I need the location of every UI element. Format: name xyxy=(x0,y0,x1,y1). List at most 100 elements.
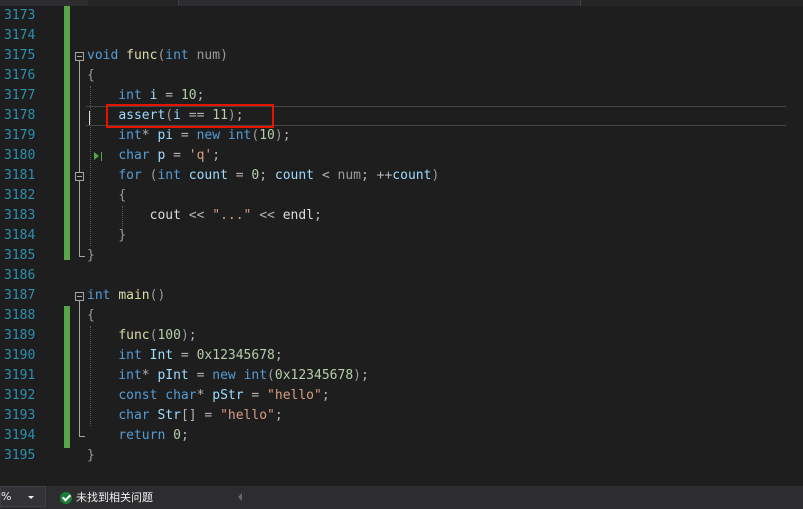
code-token: ; xyxy=(321,388,330,403)
line-number: 3189 xyxy=(4,328,36,343)
code-token: endl xyxy=(282,208,315,223)
code-token: { xyxy=(118,188,127,203)
check-circle-icon xyxy=(60,492,72,504)
code-line[interactable]: const char* pStr = "hello"; xyxy=(87,386,330,406)
code-line[interactable]: { xyxy=(87,186,126,206)
code-token: ; xyxy=(274,348,283,363)
code-token: ( xyxy=(267,368,275,383)
code-token: = xyxy=(227,168,252,183)
set-next-statement-bar-icon xyxy=(101,152,102,161)
code-token: count xyxy=(392,168,432,183)
code-token: "..." xyxy=(212,208,252,223)
code-editor[interactable]: 3173 3174 3175 3176 3177 3178 3179 3180 3181 3182… xyxy=(0,0,803,486)
code-token: * xyxy=(196,388,213,403)
code-token: int xyxy=(118,348,142,363)
code-token: ; xyxy=(196,88,205,103)
change-bar xyxy=(64,6,70,260)
code-token: "hello" xyxy=(267,388,322,403)
code-line[interactable]: } xyxy=(87,226,126,246)
code-line[interactable]: { xyxy=(87,306,95,326)
code-token: pi xyxy=(157,128,174,143)
code-token: } xyxy=(118,228,127,243)
code-line[interactable]: int* pInt = new int(0x12345678); xyxy=(87,366,369,386)
code-line[interactable]: for (int count = 0; count < num; ++count… xyxy=(87,166,439,186)
vertical-scrollbar[interactable] xyxy=(786,6,803,486)
line-number: 3191 xyxy=(4,368,36,383)
code-line[interactable]: return 0; xyxy=(87,426,188,446)
code-token: count xyxy=(188,168,228,183)
zoom-value: % xyxy=(1,490,12,503)
line-number: 3187 xyxy=(4,288,36,303)
code-token: < xyxy=(314,168,338,183)
code-line[interactable]: } xyxy=(87,446,95,466)
line-number: 3194 xyxy=(4,428,36,443)
change-bar xyxy=(64,306,70,448)
outline-line xyxy=(79,301,80,436)
zoom-dropdown[interactable]: % xyxy=(0,486,46,507)
code-token: ; xyxy=(282,128,291,143)
line-number: 3179 xyxy=(4,128,36,143)
code-line[interactable]: void func(int num) xyxy=(87,46,228,66)
code-token: << xyxy=(251,208,283,223)
code-token: count xyxy=(274,168,315,183)
code-token: 0x12345678 xyxy=(274,368,354,383)
line-number-gutter: 3173 3174 3175 3176 3177 3178 3179 3180 3181 3182… xyxy=(0,6,62,486)
line-number: 3173 xyxy=(4,8,36,23)
scroll-left-icon[interactable] xyxy=(238,493,242,501)
code-token: ; xyxy=(274,408,283,423)
code-line[interactable]: cout << "..." << endl; xyxy=(87,206,322,226)
tab-bar-left[interactable] xyxy=(88,0,179,6)
code-token: * xyxy=(141,128,158,143)
collapse-for-icon[interactable] xyxy=(75,172,84,181)
code-token: } xyxy=(87,248,95,263)
code-token: char xyxy=(165,388,197,403)
code-line[interactable]: char p = 'q'; xyxy=(87,146,220,166)
collapse-main-icon[interactable] xyxy=(75,292,84,301)
code-token: = xyxy=(173,128,197,143)
code-line[interactable]: int Int = 0x12345678; xyxy=(87,346,283,366)
line-number: 3176 xyxy=(4,68,36,83)
code-token: char xyxy=(118,408,150,423)
code-token: ; ++ xyxy=(360,168,393,183)
set-next-statement-icon[interactable] xyxy=(94,152,99,160)
code-token: ) xyxy=(431,168,440,183)
code-line[interactable]: int i = 10; xyxy=(87,86,204,106)
code-line[interactable]: int main() xyxy=(87,286,165,306)
code-token: cout xyxy=(149,208,181,223)
outline-line xyxy=(79,181,80,256)
code-line[interactable]: } xyxy=(87,246,95,266)
collapse-func-icon[interactable] xyxy=(75,52,84,61)
line-number: 3175 xyxy=(4,48,36,63)
code-token: main xyxy=(118,288,150,303)
code-token: ; xyxy=(212,148,221,163)
line-number: 3177 xyxy=(4,88,36,103)
code-token: Int xyxy=(149,348,174,363)
code-token: num xyxy=(337,168,361,183)
code-token: int xyxy=(157,168,181,183)
code-token: ) xyxy=(353,368,361,383)
code-token: pInt xyxy=(157,368,189,383)
code-line[interactable]: { xyxy=(87,66,95,86)
code-line[interactable]: func(100); xyxy=(87,326,196,346)
status-bar: % 未找到相关问题 xyxy=(0,486,803,509)
text-caret xyxy=(89,111,90,125)
code-line[interactable]: char Str[] = "hello"; xyxy=(87,406,283,426)
line-number: 3181 xyxy=(4,168,36,183)
code-token: 0 xyxy=(173,428,181,443)
code-token: int xyxy=(118,368,142,383)
code-line[interactable]: int* pi = new int(10); xyxy=(87,126,291,146)
code-token: ; xyxy=(314,208,322,223)
code-token: for xyxy=(118,168,142,183)
outline-end xyxy=(79,256,85,257)
code-token: ; xyxy=(259,168,275,183)
tab-bar-right[interactable] xyxy=(580,0,803,6)
